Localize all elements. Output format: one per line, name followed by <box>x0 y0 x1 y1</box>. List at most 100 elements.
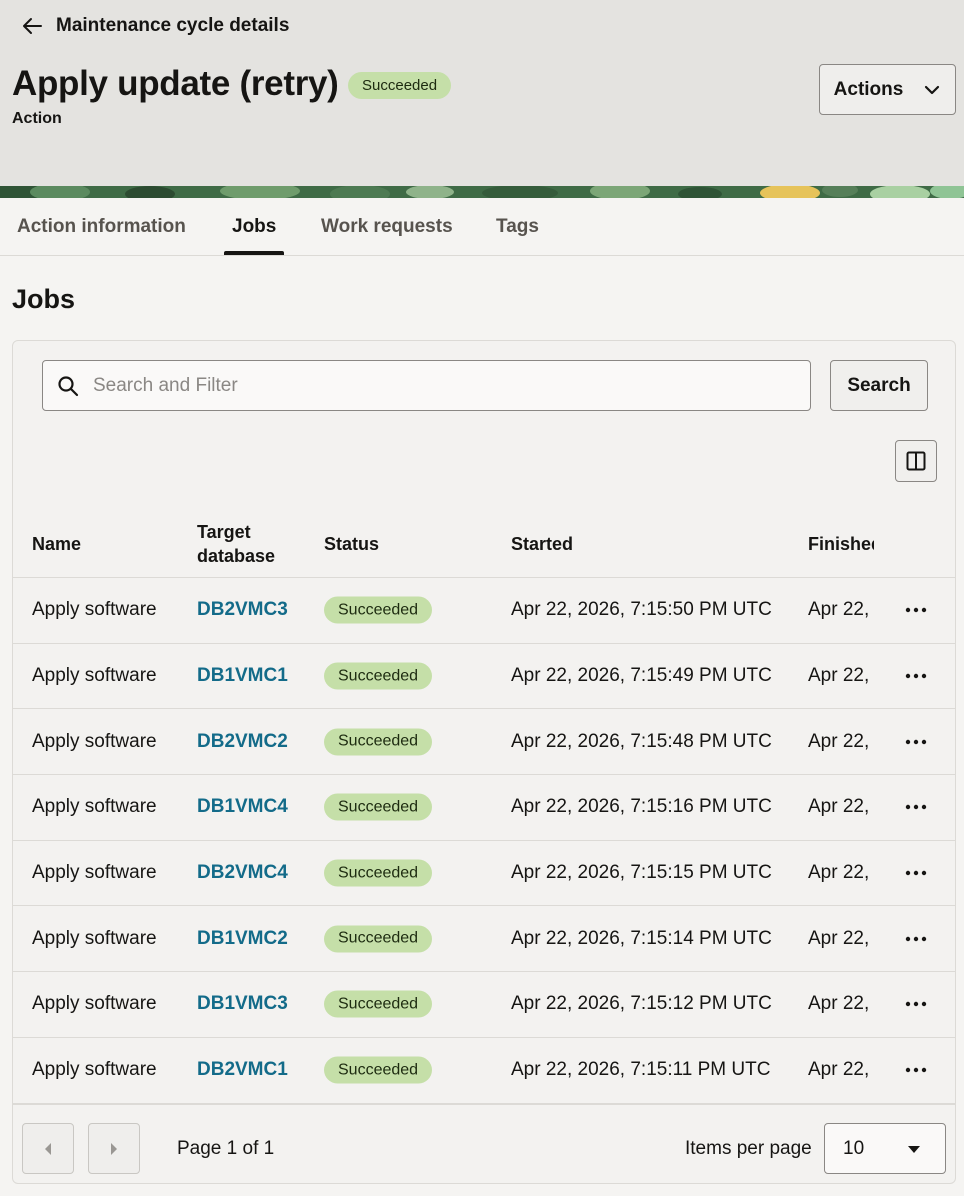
table-header: Name Target database Status Started Fini… <box>13 514 955 578</box>
previous-page-button[interactable] <box>22 1123 74 1174</box>
finished-time: Apr 22, <box>808 730 870 752</box>
finished-time: Apr 22, <box>808 796 870 818</box>
status-badge: Succeeded <box>324 662 433 690</box>
table-row: Apply software DB2VMC4 Succeeded Apr 22, 20… <box>13 841 955 907</box>
column-header-finished[interactable]: Finished <box>808 532 874 556</box>
job-name: Apply software <box>32 993 157 1015</box>
search-icon <box>58 375 79 396</box>
row-actions-button[interactable] <box>903 991 929 1017</box>
pagination-bar: Page 1 of 1 Items per page 10 <box>13 1104 955 1184</box>
back-link[interactable]: Maintenance cycle details <box>20 12 289 40</box>
target-database-link[interactable]: DB1VMC2 <box>197 928 288 950</box>
search-field[interactable] <box>42 360 811 411</box>
row-actions-button[interactable] <box>903 729 929 755</box>
back-link-label: Maintenance cycle details <box>56 15 290 36</box>
row-actions-button[interactable] <box>903 597 929 623</box>
status-badge: Succeeded <box>324 859 433 887</box>
tab-tags[interactable]: Tags <box>496 198 539 255</box>
more-horizontal-icon <box>905 673 927 679</box>
finished-time: Apr 22, <box>808 862 870 884</box>
table-row: Apply software DB2VMC1 Succeeded Apr 22, 20… <box>13 1038 955 1104</box>
chevron-down-icon <box>925 85 940 94</box>
status-badge: Succeeded <box>324 925 433 953</box>
started-time: Apr 22, 2026, 7:15:12 PM UTC <box>511 993 772 1015</box>
items-per-page-label: Items per page <box>685 1138 812 1159</box>
table-row: Apply software DB2VMC2 Succeeded Apr 22, 20… <box>13 709 955 776</box>
target-database-link[interactable]: DB2VMC1 <box>197 1059 288 1081</box>
status-badge: Succeeded <box>324 793 433 821</box>
next-page-button[interactable] <box>88 1123 140 1174</box>
row-actions-button[interactable] <box>903 1057 929 1083</box>
column-header-name[interactable]: Name <box>32 532 81 556</box>
column-header-started[interactable]: Started <box>511 532 573 556</box>
search-input[interactable] <box>93 374 773 397</box>
started-time: Apr 22, 2026, 7:15:15 PM UTC <box>511 862 772 884</box>
search-button[interactable]: Search <box>830 360 928 411</box>
target-database-link[interactable]: DB1VMC4 <box>197 796 288 818</box>
table-row: Apply software DB1VMC1 Succeeded Apr 22, 20… <box>13 644 955 710</box>
finished-time: Apr 22, <box>808 993 870 1015</box>
page-info: Page 1 of 1 <box>177 1138 275 1159</box>
more-horizontal-icon <box>905 870 927 876</box>
row-actions-button[interactable] <box>903 926 929 952</box>
target-database-link[interactable]: DB2VMC3 <box>197 599 288 621</box>
table-row: Apply software DB1VMC2 Succeeded Apr 22, 20… <box>13 906 955 973</box>
job-name: Apply software <box>32 862 157 884</box>
finished-time: Apr 22, <box>808 665 870 687</box>
jobs-table: Name Target database Status Started Fini… <box>13 514 955 1104</box>
tab-bar: Action information Jobs Work requests Ta… <box>0 198 964 256</box>
started-time: Apr 22, 2026, 7:15:16 PM UTC <box>511 796 772 818</box>
tab-jobs[interactable]: Jobs <box>224 198 285 255</box>
job-name: Apply software <box>32 599 157 621</box>
row-actions-button[interactable] <box>903 663 929 689</box>
column-header-status[interactable]: Status <box>324 532 379 556</box>
target-database-link[interactable]: DB2VMC4 <box>197 862 288 884</box>
started-time: Apr 22, 2026, 7:15:48 PM UTC <box>511 730 772 752</box>
section-title: Jobs <box>12 284 76 314</box>
table-row: Apply software DB2VMC3 Succeeded Apr 22, 20… <box>13 578 955 644</box>
page-subtitle: Action <box>12 110 62 127</box>
chevron-left-icon <box>45 1142 51 1155</box>
items-per-page-select[interactable]: 10 <box>824 1123 946 1174</box>
page-header: Maintenance cycle details Apply update (… <box>0 0 964 198</box>
status-badge: Succeeded <box>324 728 433 756</box>
job-name: Apply software <box>32 927 157 949</box>
started-time: Apr 22, 2026, 7:15:14 PM UTC <box>511 927 772 949</box>
more-horizontal-icon <box>905 805 927 810</box>
more-horizontal-icon <box>905 1002 927 1007</box>
started-time: Apr 22, 2026, 7:15:49 PM UTC <box>511 665 772 687</box>
more-horizontal-icon <box>905 608 927 613</box>
status-badge: Succeeded <box>324 596 433 624</box>
table-row: Apply software DB1VMC3 Succeeded Apr 22, 20… <box>13 972 955 1038</box>
more-horizontal-icon <box>905 936 927 941</box>
job-name: Apply software <box>32 665 157 687</box>
columns-icon <box>906 451 926 471</box>
job-name: Apply software <box>32 796 157 818</box>
page-title: Apply update (retry) <box>12 64 339 103</box>
column-header-target-database[interactable]: Target database <box>197 520 297 568</box>
more-horizontal-icon <box>905 1067 927 1073</box>
actions-menu-button[interactable]: Actions <box>819 64 956 115</box>
caret-down-icon <box>908 1146 920 1153</box>
actions-label: Actions <box>833 78 904 100</box>
tab-work-requests[interactable]: Work requests <box>321 198 453 255</box>
items-per-page-value: 10 <box>843 1137 865 1159</box>
target-database-link[interactable]: DB2VMC2 <box>197 731 288 753</box>
target-database-link[interactable]: DB1VMC3 <box>197 993 288 1015</box>
job-name: Apply software <box>32 730 157 752</box>
started-time: Apr 22, 2026, 7:15:11 PM UTC <box>511 1059 771 1081</box>
table-row: Apply software DB1VMC4 Succeeded Apr 22, 20… <box>13 775 955 841</box>
arrow-left-icon <box>23 18 42 34</box>
chevron-right-icon <box>111 1142 117 1155</box>
decorative-banner <box>0 186 964 198</box>
job-name: Apply software <box>32 1059 157 1081</box>
tab-action-information[interactable]: Action information <box>17 198 186 255</box>
target-database-link[interactable]: DB1VMC1 <box>197 665 288 687</box>
manage-columns-button[interactable] <box>895 440 937 482</box>
finished-time: Apr 22, <box>808 599 870 621</box>
started-time: Apr 22, 2026, 7:15:50 PM UTC <box>511 599 772 621</box>
row-actions-button[interactable] <box>903 794 929 820</box>
status-badge: Succeeded <box>348 72 452 99</box>
row-actions-button[interactable] <box>903 860 929 886</box>
status-badge: Succeeded <box>324 1056 433 1084</box>
